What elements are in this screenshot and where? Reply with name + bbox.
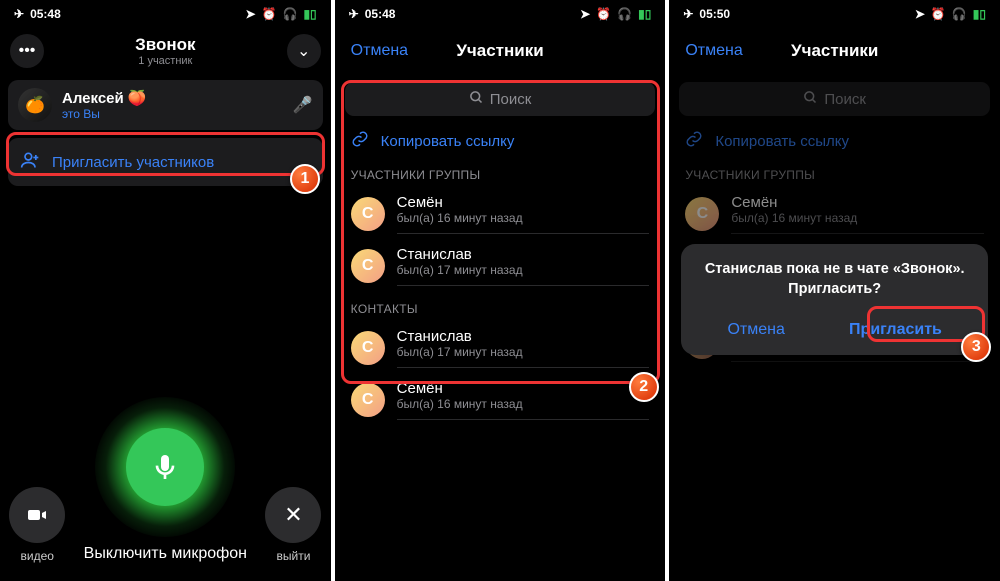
contact-status: был(а) 17 минут назад <box>397 345 650 359</box>
invite-alert: Станислав пока не в чате «Звонок». Пригл… <box>681 244 988 355</box>
airplane-icon: ✈︎ <box>14 7 24 21</box>
avatar: С <box>351 331 385 365</box>
contact-name: Семён <box>397 380 650 397</box>
alarm-icon: ⏰ <box>931 7 946 21</box>
contact-name: Станислав <box>397 328 650 345</box>
invite-participants-button[interactable]: Пригласить участников <box>8 138 323 186</box>
step-badge-1: 1 <box>290 164 320 194</box>
cancel-button[interactable]: Отмена <box>335 42 408 60</box>
self-name: Алексей 🍑 <box>62 89 283 107</box>
cancel-button[interactable]: Отмена <box>669 42 742 60</box>
search-placeholder: Поиск <box>490 91 532 108</box>
copy-link-button[interactable]: Копировать ссылку <box>351 130 650 152</box>
status-time: 05:50 <box>699 7 730 21</box>
link-icon <box>351 130 369 152</box>
battery-icon: ▮▯ <box>303 7 316 21</box>
leave-label: выйти <box>277 549 311 563</box>
section-contacts-label: КОНТАКТЫ <box>335 292 666 322</box>
mute-label: Выключить микрофон <box>84 545 247 563</box>
call-controls: видео Выключить микрофон ✕ выйти <box>0 437 331 563</box>
participants-header: Отмена Участники <box>335 28 666 74</box>
status-bar: ✈︎ 05:50 ➤ ⏰ 🎧 ▮▯ <box>669 0 1000 28</box>
call-header: ••• Звонок 1 участник ⌄ <box>0 28 331 74</box>
headphones-icon: 🎧 <box>952 7 967 21</box>
alert-cancel-button[interactable]: Отмена <box>713 315 798 345</box>
headphones-icon: 🎧 <box>617 7 632 21</box>
contact-row[interactable]: С Семёнбыл(а) 16 минут назад <box>335 188 666 240</box>
location-icon: ➤ <box>580 7 590 21</box>
call-title: Звонок <box>135 35 195 55</box>
participants-title: Участники <box>791 41 878 61</box>
more-button[interactable]: ••• <box>10 34 44 68</box>
battery-icon: ▮▯ <box>973 7 986 21</box>
section-group-label: УЧАСТНИКИ ГРУППЫ <box>335 158 666 188</box>
location-icon: ➤ <box>915 7 925 21</box>
avatar: 🍊 <box>18 88 52 122</box>
copy-link-label: Копировать ссылку <box>381 133 515 150</box>
contact-status: был(а) 16 минут назад <box>397 397 650 411</box>
alert-message: Станислав пока не в чате «Звонок». Пригл… <box>695 260 974 299</box>
status-time: 05:48 <box>30 7 61 21</box>
contact-row[interactable]: С Станиславбыл(а) 17 минут назад <box>335 240 666 292</box>
screen-participants: ✈︎ 05:48 ➤ ⏰ 🎧 ▮▯ Отмена Участники Поиск Коп… <box>335 0 666 581</box>
contact-status: был(а) 17 минут назад <box>397 263 650 277</box>
alert-invite-button[interactable]: Пригласить <box>835 315 956 345</box>
step-badge-2: 2 <box>629 372 659 402</box>
collapse-button[interactable]: ⌄ <box>287 34 321 68</box>
alarm-icon: ⏰ <box>262 7 277 21</box>
contact-status: был(а) 16 минут назад <box>397 211 650 225</box>
mic-muted-icon: 🎤 <box>293 95 313 115</box>
invite-label: Пригласить участников <box>52 154 214 171</box>
battery-icon: ▮▯ <box>638 7 651 21</box>
mute-button[interactable] <box>126 428 204 506</box>
alarm-icon: ⏰ <box>596 7 611 21</box>
screen-invite-alert: ✈︎05:50 ➤⏰🎧▮▯ Отмена Участники Поиск Коп… <box>669 0 1000 581</box>
status-bar: ✈︎ 05:48 ➤ ⏰ 🎧 ▮▯ <box>0 0 331 28</box>
airplane-icon: ✈︎ <box>349 7 359 21</box>
avatar: С <box>351 249 385 283</box>
contact-name: Станислав <box>397 246 650 263</box>
contact-name: Семён <box>397 194 650 211</box>
participant-count: 1 участник <box>135 55 195 67</box>
participants-title: Участники <box>456 41 543 61</box>
search-input[interactable]: Поиск <box>345 82 656 116</box>
headphones-icon: 🎧 <box>283 7 298 21</box>
airplane-icon: ✈︎ <box>683 7 693 21</box>
avatar: С <box>351 383 385 417</box>
participants-header: Отмена Участники <box>669 28 1000 74</box>
self-participant-row[interactable]: 🍊 Алексей 🍑 это Вы 🎤 <box>8 80 323 130</box>
chevron-down-icon: ⌄ <box>297 41 310 61</box>
leave-button[interactable]: ✕ <box>265 487 321 543</box>
screen-call: ✈︎ 05:48 ➤ ⏰ 🎧 ▮▯ ••• Звонок 1 участник ⌄… <box>0 0 331 581</box>
ellipsis-icon: ••• <box>19 42 36 60</box>
add-user-icon <box>20 150 40 174</box>
contact-row[interactable]: С Станиславбыл(а) 17 минут назад <box>335 322 666 374</box>
status-bar: ✈︎ 05:48 ➤ ⏰ 🎧 ▮▯ <box>335 0 666 28</box>
close-icon: ✕ <box>284 502 302 528</box>
status-time: 05:48 <box>365 7 396 21</box>
avatar: С <box>351 197 385 231</box>
self-you-label: это Вы <box>62 107 283 121</box>
video-label: видео <box>21 549 54 563</box>
location-icon: ➤ <box>245 7 255 21</box>
search-icon <box>469 90 484 109</box>
contact-row[interactable]: С Семёнбыл(а) 16 минут назад <box>335 374 666 426</box>
video-button[interactable] <box>9 487 65 543</box>
